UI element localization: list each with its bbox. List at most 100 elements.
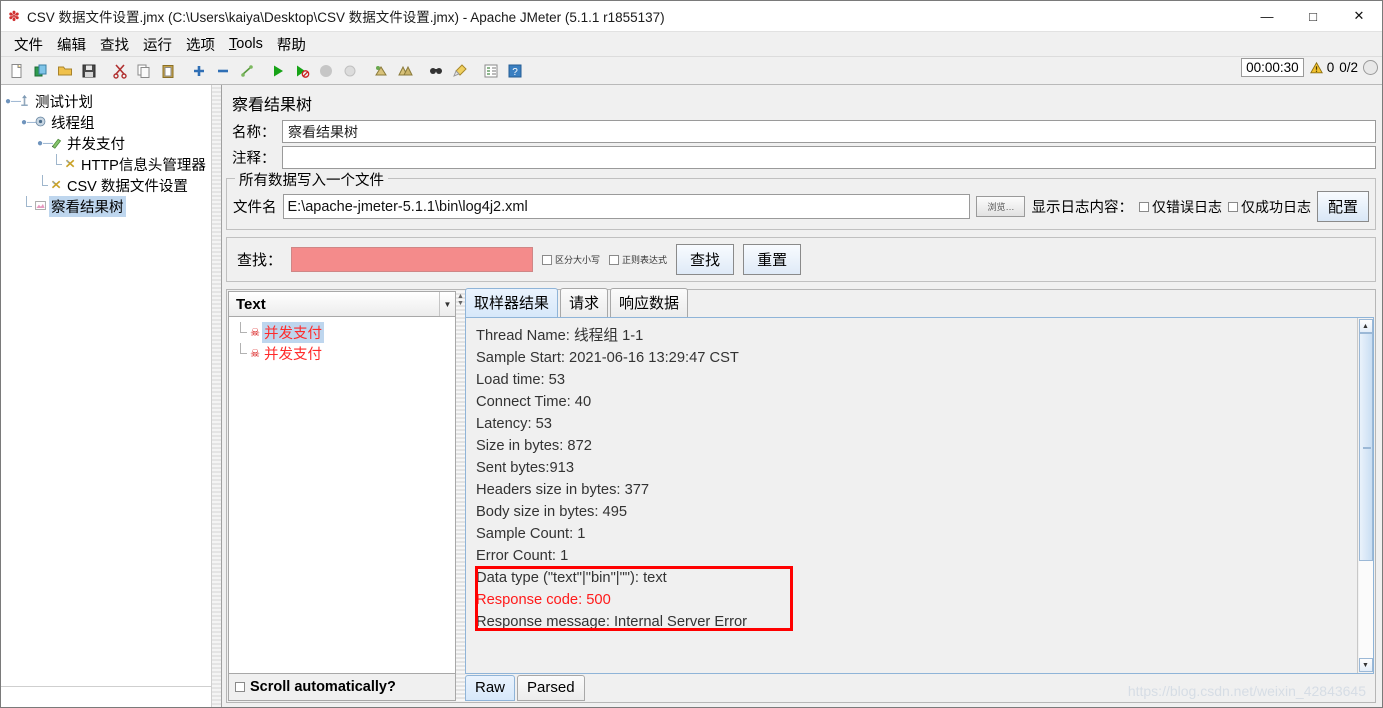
regex-checkbox[interactable]: 正则表达式 bbox=[609, 253, 667, 266]
minimize-button[interactable]: — bbox=[1244, 1, 1290, 32]
help-icon[interactable]: ? bbox=[504, 60, 526, 82]
results-list-pane: Text ▼ ☠ 并发支付 ☠ 并发支付 Scroll automaticall… bbox=[228, 291, 456, 701]
test-plan-icon bbox=[16, 94, 33, 110]
tree-handle-icon[interactable]: ●— bbox=[5, 96, 21, 107]
scroll-up-icon[interactable]: ▲ bbox=[1358, 319, 1373, 333]
new-icon[interactable] bbox=[6, 60, 28, 82]
menu-search[interactable]: 查找 bbox=[93, 32, 136, 57]
menu-options[interactable]: 选项 bbox=[179, 32, 222, 57]
sidebar-item-label: CSV 数据文件设置 bbox=[67, 179, 188, 195]
sidebar-item-header-manager[interactable]: HTTP信息头管理器 bbox=[5, 154, 221, 175]
warning-indicator[interactable]: 0 bbox=[1309, 60, 1334, 75]
errors-only-checkbox[interactable]: 仅错误日志 bbox=[1138, 197, 1222, 217]
menu-help[interactable]: 帮助 bbox=[270, 32, 313, 57]
errors-only-label: 仅错误日志 bbox=[1151, 198, 1222, 215]
menu-tools-rest: ools bbox=[236, 36, 263, 52]
sampler-result-text-area[interactable]: Thread Name: 线程组 1-1 Sample Start: 2021-… bbox=[465, 317, 1374, 674]
browse-button[interactable]: 浏览… bbox=[976, 196, 1026, 217]
sidebar-item-thread-group[interactable]: ●— 线程组 bbox=[5, 112, 221, 133]
display-log-label: 显示日志内容： bbox=[1031, 200, 1133, 216]
menu-edit[interactable]: 编辑 bbox=[50, 32, 93, 57]
error-icon: ☠ bbox=[250, 348, 260, 360]
sampler-result-lines: Thread Name: 线程组 1-1 Sample Start: 2021-… bbox=[466, 318, 1357, 673]
view-results-tree-icon bbox=[32, 199, 49, 215]
header-manager-icon bbox=[62, 157, 79, 173]
case-sensitive-checkbox[interactable]: 区分大小写 bbox=[542, 253, 600, 266]
detail-line: Latency: 53 bbox=[476, 416, 552, 432]
sidebar-item-label: 察看结果树 bbox=[49, 196, 126, 217]
toggle-icon[interactable] bbox=[236, 60, 258, 82]
start-no-pauses-icon[interactable] bbox=[291, 60, 313, 82]
cut-icon[interactable] bbox=[109, 60, 131, 82]
tree-elbow-icon bbox=[21, 196, 32, 217]
detail-vertical-scrollbar[interactable]: ▲ ▼ bbox=[1357, 318, 1373, 673]
tab-sampler-result[interactable]: 取样器结果 bbox=[465, 288, 559, 317]
reset-button[interactable]: 重置 bbox=[743, 244, 802, 275]
success-only-label: 仅成功日志 bbox=[1240, 198, 1311, 215]
filename-row: 文件名 E:\apache-jmeter-5.1.1\bin\log4j2.xm… bbox=[233, 191, 1369, 222]
write-all-data-group: 所有数据写入一个文件 文件名 E:\apache-jmeter-5.1.1\bi… bbox=[226, 169, 1376, 230]
filename-input[interactable]: E:\apache-jmeter-5.1.1\bin\log4j2.xml bbox=[282, 194, 971, 219]
tab-raw[interactable]: Raw bbox=[465, 675, 516, 701]
configure-button[interactable]: 配置 bbox=[1316, 191, 1369, 222]
tree-handle-icon[interactable]: ●— bbox=[37, 138, 53, 149]
success-only-checkbox[interactable]: 仅成功日志 bbox=[1227, 197, 1311, 217]
tab-response-data[interactable]: 响应数据 bbox=[610, 288, 689, 317]
detail-line: Error Count: 1 bbox=[476, 548, 569, 564]
close-button[interactable]: ✕ bbox=[1336, 1, 1382, 32]
clear-icon[interactable] bbox=[370, 60, 392, 82]
search-reset-icon[interactable] bbox=[449, 60, 471, 82]
templates-icon[interactable] bbox=[30, 60, 52, 82]
jmeter-window: ✽ CSV 数据文件设置.jmx (C:\Users\kaiya\Desktop… bbox=[0, 0, 1383, 708]
open-icon[interactable] bbox=[54, 60, 76, 82]
scroll-down-icon[interactable]: ▼ bbox=[1358, 658, 1373, 672]
scroll-track[interactable] bbox=[1358, 333, 1373, 658]
menu-tools[interactable]: Tools bbox=[222, 34, 270, 54]
search-input[interactable] bbox=[291, 247, 534, 272]
shutdown-icon bbox=[339, 60, 361, 82]
search-label: 查找： bbox=[237, 252, 283, 269]
detail-tabs: 取样器结果 请求 响应数据 bbox=[465, 288, 1374, 317]
find-button[interactable]: 查找 bbox=[676, 244, 735, 275]
error-icon: ☠ bbox=[250, 327, 260, 339]
chevron-up-icon[interactable]: ▲ bbox=[457, 293, 464, 300]
save-icon[interactable] bbox=[78, 60, 100, 82]
sidebar-item-csv-dataset[interactable]: CSV 数据文件设置 bbox=[5, 175, 221, 196]
list-item[interactable]: ☠ 并发支付 bbox=[235, 343, 455, 364]
scroll-automatically-row[interactable]: Scroll automatically? bbox=[229, 673, 455, 700]
paste-icon[interactable] bbox=[157, 60, 179, 82]
results-split-divider[interactable]: ▲ ▼ bbox=[456, 291, 465, 701]
window-controls: — □ ✕ bbox=[1244, 1, 1382, 32]
tab-request[interactable]: 请求 bbox=[560, 288, 609, 317]
detail-line: Connect Time: 40 bbox=[476, 394, 592, 410]
menu-file[interactable]: 文件 bbox=[7, 32, 50, 57]
chevron-down-icon[interactable]: ▼ bbox=[457, 300, 464, 307]
sidebar-item-test-plan[interactable]: ●— 测试计划 bbox=[5, 91, 221, 112]
main-split: ●— 测试计划 ●— 线程组 ●— 并发支付 HTTP信息头管理器 CSV 数据… bbox=[1, 85, 1382, 707]
clear-all-icon[interactable] bbox=[394, 60, 416, 82]
maximize-button[interactable]: □ bbox=[1290, 1, 1336, 32]
chevron-down-icon[interactable]: ▼ bbox=[439, 292, 455, 316]
remote-status-icon[interactable] bbox=[1363, 60, 1378, 75]
comment-input[interactable] bbox=[282, 146, 1376, 169]
search-icon[interactable] bbox=[425, 60, 447, 82]
sidebar-item-label: HTTP信息头管理器 bbox=[81, 158, 206, 174]
tab-parsed[interactable]: Parsed bbox=[517, 675, 585, 701]
renderer-select[interactable]: Text ▼ bbox=[229, 292, 455, 317]
name-input[interactable]: 察看结果树 bbox=[282, 120, 1376, 143]
list-item[interactable]: ☠ 并发支付 bbox=[235, 322, 455, 343]
sidebar-item-http-request[interactable]: ●— 并发支付 bbox=[5, 133, 221, 154]
scroll-automatically-label: Scroll automatically? bbox=[250, 679, 396, 695]
tree-handle-icon[interactable]: ●— bbox=[21, 117, 37, 128]
tree-scrollbar[interactable] bbox=[211, 85, 221, 707]
start-icon[interactable] bbox=[267, 60, 289, 82]
name-row: 名称： 察看结果树 bbox=[226, 120, 1376, 143]
menu-run[interactable]: 运行 bbox=[136, 32, 179, 57]
expand-all-icon[interactable] bbox=[188, 60, 210, 82]
collapse-all-icon[interactable] bbox=[212, 60, 234, 82]
scroll-thumb[interactable] bbox=[1358, 333, 1373, 561]
copy-icon[interactable] bbox=[133, 60, 155, 82]
list-item-label: 并发支付 bbox=[262, 322, 324, 343]
function-helper-icon[interactable] bbox=[480, 60, 502, 82]
sidebar-item-view-results-tree[interactable]: 察看结果树 bbox=[5, 196, 221, 217]
